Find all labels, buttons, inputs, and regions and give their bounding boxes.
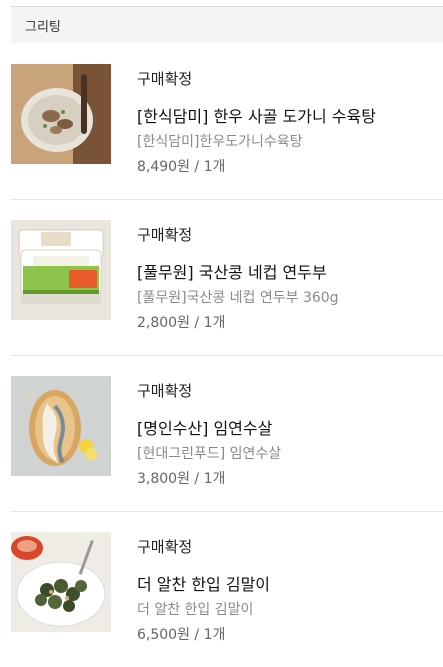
order-status: 구매확정 [137, 382, 193, 400]
order-item[interactable]: 구매확정 [명인수산] 임연수살 [현대그린푸드] 임연수살 3,800원 / … [11, 355, 443, 511]
price-quantity: 2,800원 / 1개 [137, 315, 226, 331]
order-status: 구매확정 [137, 70, 193, 88]
order-item[interactable]: 구매확정 더 알찬 한입 김말이 더 알찬 한입 김말이 6,500원 / 1개 [11, 511, 443, 667]
price-quantity: 8,490원 / 1개 [137, 159, 226, 175]
price-quantity: 6,500원 / 1개 [137, 627, 226, 643]
gimmari-plate-icon[interactable] [11, 532, 111, 632]
tofu-pack-icon[interactable] [11, 220, 111, 320]
section-title: 그리팅 [25, 19, 61, 35]
order-item[interactable]: 구매확정 [한식담미] 한우 사골 도가니 수육탕 [한식담미]한우도가니수육탕… [11, 43, 443, 199]
product-option: [한식담미]한우도가니수육탕 [137, 134, 303, 150]
product-title[interactable]: [명인수산] 임연수살 [137, 415, 272, 439]
product-title[interactable]: 더 알찬 한입 김말이 [137, 571, 270, 595]
product-option: 더 알찬 한입 김말이 [137, 602, 254, 618]
beef-soup-bowl-icon[interactable] [11, 64, 111, 164]
order-item[interactable]: 구매확정 [풀무원] 국산콩 네컵 연두부 [풀무원]국산콩 네컵 연두부 36… [11, 199, 443, 355]
product-option: [풀무원]국산콩 네컵 연두부 360g [137, 290, 339, 306]
product-title[interactable]: [한식담미] 한우 사골 도가니 수육탕 [137, 103, 376, 127]
section-header: 그리팅 [11, 7, 443, 43]
fish-fillet-plate-icon[interactable] [11, 376, 111, 476]
product-title[interactable]: [풀무원] 국산콩 네컵 연두부 [137, 259, 327, 283]
order-status: 구매확정 [137, 538, 193, 556]
order-status: 구매확정 [137, 226, 193, 244]
product-option: [현대그린푸드] 임연수살 [137, 446, 282, 462]
price-quantity: 3,800원 / 1개 [137, 471, 226, 487]
